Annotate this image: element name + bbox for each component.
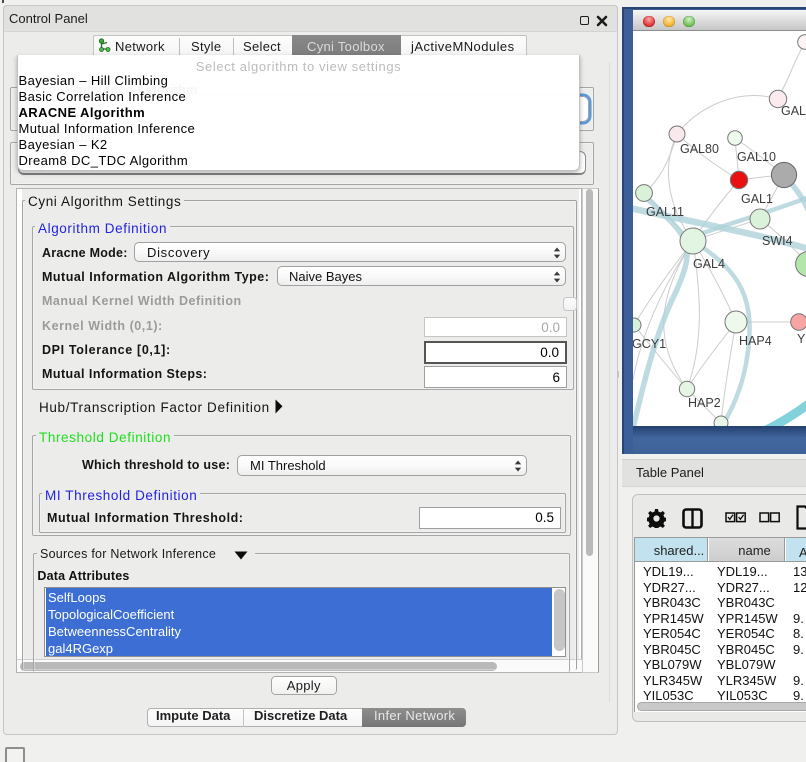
- svg-text:GCY1: GCY1: [633, 337, 666, 351]
- svg-text:HAP4: HAP4: [739, 334, 772, 348]
- svg-text:GAL10: GAL10: [737, 150, 776, 164]
- svg-text:GAL: GAL: [781, 104, 806, 118]
- svg-text:GAL11: GAL11: [646, 205, 684, 219]
- svg-text:GAL1: GAL1: [741, 192, 773, 206]
- svg-text:GAL4: GAL4: [693, 257, 725, 271]
- svg-text:SWI4: SWI4: [762, 234, 793, 248]
- svg-text:GAL80: GAL80: [680, 142, 719, 156]
- svg-text:HAP2: HAP2: [688, 396, 721, 410]
- svg-text:Y: Y: [797, 332, 806, 346]
